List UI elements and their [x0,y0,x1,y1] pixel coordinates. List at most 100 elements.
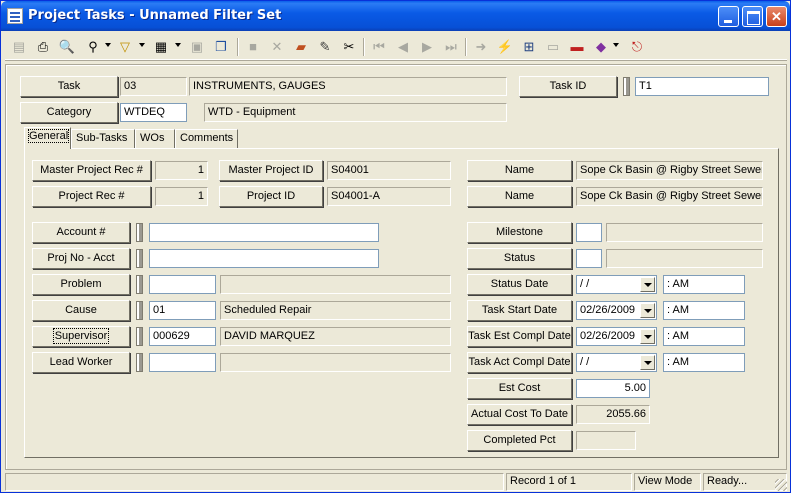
cause-button[interactable]: Cause [32,300,130,321]
task-act-compl-time-input[interactable]: : AM [663,353,745,372]
project-tasks-window: Project Tasks - Unnamed Filter Set ▤ ⎙ 🔍… [0,0,791,493]
lightning-icon[interactable]: ⚡ [495,37,515,57]
status-input[interactable] [576,249,602,268]
save-icon[interactable]: ■ [243,37,263,57]
chevron-down-icon[interactable] [640,355,655,370]
status-time-input[interactable]: : AM [663,275,745,294]
title-bar[interactable]: Project Tasks - Unnamed Filter Set [1,1,790,31]
copy-icon[interactable]: ❐ [211,37,231,57]
toolbar-separator [237,38,239,56]
task-start-time-input[interactable]: : AM [663,301,745,320]
completed-pct-button[interactable]: Completed Pct [467,430,572,451]
status-button[interactable]: Status [467,248,572,269]
task-id-input[interactable]: T1 [635,77,769,96]
exit-icon[interactable]: ⎋ [627,37,647,57]
category-button[interactable]: Category [20,102,118,123]
task-start-date-picker[interactable]: 02/26/2009 [576,301,657,320]
task-est-compl-date-button[interactable]: Task Est Compl Date [467,326,572,347]
lead-worker-code-input[interactable] [149,353,216,372]
print-icon[interactable]: ⎙ [33,37,53,57]
toolbox-icon[interactable]: ▬ [567,37,587,57]
project-rec-button[interactable]: Project Rec # [32,186,151,207]
cause-desc-field: Scheduled Repair [220,301,451,320]
account-marker [136,223,143,242]
cause-code-input[interactable]: 01 [149,301,216,320]
report-icon[interactable]: ▦ [151,37,171,57]
minimize-button[interactable] [718,6,739,27]
tab-sub-tasks[interactable]: Sub-Tasks [71,129,135,148]
milestone-desc-field [606,223,763,242]
binoculars-icon[interactable]: ⚲ [83,37,103,57]
maximize-button[interactable] [742,6,763,27]
goto-icon[interactable]: ➜ [471,37,491,57]
first-record-icon[interactable]: ⏮ [369,37,389,57]
tree-icon[interactable]: ⊞ [519,37,539,57]
close-button[interactable] [766,6,787,27]
milestone-button[interactable]: Milestone [467,222,572,243]
task-act-compl-date-picker[interactable]: / / [576,353,657,372]
account-input[interactable] [149,223,379,242]
est-cost-button[interactable]: Est Cost [467,378,572,399]
binoculars-dropdown-icon[interactable] [105,43,111,47]
master-project-rec-field: 1 [155,161,208,180]
delete-icon[interactable]: ✕ [267,37,287,57]
proj-no-acct-button[interactable]: Proj No - Acct [32,248,130,269]
name-button-1[interactable]: Name [467,160,572,181]
chevron-down-icon[interactable] [640,329,655,344]
toolbar-separator [465,38,467,56]
name-button-2[interactable]: Name [467,186,572,207]
task-start-date-button[interactable]: Task Start Date [467,300,572,321]
account-button[interactable]: Account # [32,222,130,243]
next-record-icon[interactable]: ▶ [417,37,437,57]
supervisor-desc-field: DAVID MARQUEZ [220,327,451,346]
task-est-compl-date-picker[interactable]: 02/26/2009 [576,327,657,346]
task-id-button[interactable]: Task ID [519,76,617,97]
problem-desc-field [220,275,451,294]
task-button[interactable]: Task [20,76,118,97]
status-bar: Record 1 of 1 View Mode Ready... [5,473,787,491]
resize-grip-icon[interactable] [775,479,787,491]
supervisor-button[interactable]: Supervisor [32,326,130,347]
problem-code-input[interactable] [149,275,216,294]
report-dropdown-icon[interactable] [175,43,181,47]
filter-dropdown-icon[interactable] [139,43,145,47]
supervisor-code-input[interactable]: 000629 [149,327,216,346]
tab-wos[interactable]: WOs [135,129,175,148]
problem-marker [136,275,143,294]
print-preview-icon[interactable]: 🔍 [57,37,77,57]
chevron-down-icon[interactable] [640,303,655,318]
library-dropdown-icon[interactable] [613,43,619,47]
actual-cost-button[interactable]: Actual Cost To Date [467,404,572,425]
master-project-rec-button[interactable]: Master Project Rec # [32,160,151,181]
project-id-field: S04001-A [327,187,451,206]
cause-marker [136,301,143,320]
status-date-picker[interactable]: / / [576,275,657,294]
category-code-input[interactable]: WTDEQ [120,103,187,122]
proj-no-acct-input[interactable] [149,249,379,268]
tab-comments[interactable]: Comments [175,129,238,148]
filter-icon[interactable]: ▽ [115,37,135,57]
status-date-button[interactable]: Status Date [467,274,572,295]
previous-record-icon[interactable]: ◀ [393,37,413,57]
tab-general[interactable]: General [24,127,71,149]
library-icon[interactable]: ◆ [591,37,611,57]
actual-cost-field: 2055.66 [576,405,650,424]
copy-record-icon[interactable]: ▣ [187,37,207,57]
books-icon[interactable]: ▰ [291,37,311,57]
new-record-icon[interactable]: ▤ [9,37,29,57]
lead-worker-button[interactable]: Lead Worker [32,352,130,373]
master-project-id-button[interactable]: Master Project ID [219,160,323,181]
status-cell-empty [5,473,504,491]
est-cost-input[interactable]: 5.00 [576,379,650,398]
cut-icon[interactable]: ✂ [339,37,359,57]
chevron-down-icon[interactable] [640,277,655,292]
task-act-compl-date-button[interactable]: Task Act Compl Date [467,352,572,373]
edit-pencil-icon[interactable]: ✎ [315,37,335,57]
milestone-input[interactable] [576,223,602,242]
last-record-icon[interactable]: ⏭ [441,37,461,57]
problem-button[interactable]: Problem [32,274,130,295]
task-est-compl-time-input[interactable]: : AM [663,327,745,346]
project-id-button[interactable]: Project ID [219,186,323,207]
grid-icon[interactable]: ▭ [543,37,563,57]
lead-worker-desc-field [220,353,451,372]
